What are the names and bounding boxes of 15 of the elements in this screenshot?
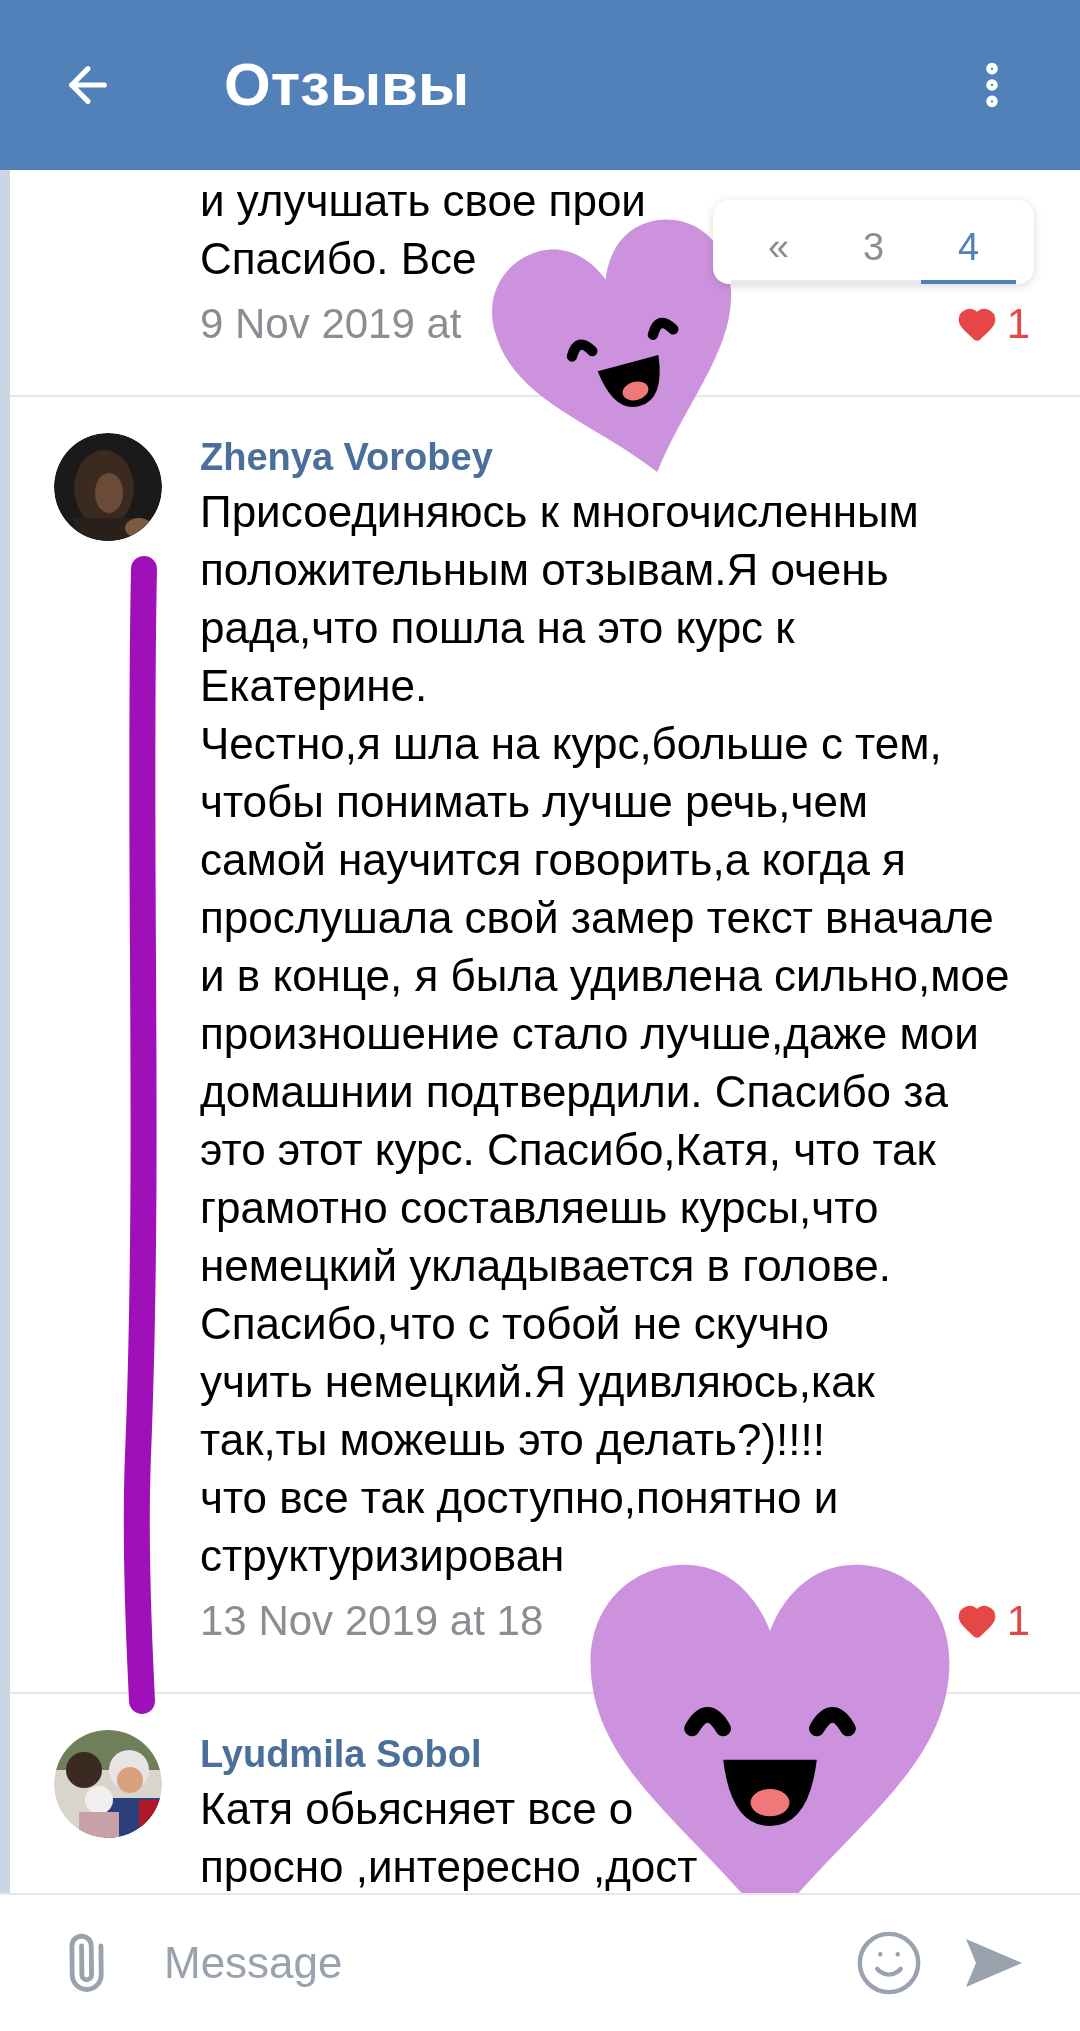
page-tab[interactable]: 3: [826, 214, 921, 284]
screen-title: Отзывы: [224, 50, 470, 120]
message-field[interactable]: Message: [164, 1930, 854, 1996]
comment-date: 13 Nov 2019 at 18: [200, 1595, 544, 1646]
comment-text: Присоединяюсь к многочисленным положительным отзывам.Я очень рада,что пошла на это курс к Екатерине. Честно,я шла на курс,больше с тем, чтобы понимать лучше речь,чем самой научится говорить,а когда я прослушала свой замер текст вначале и в конце, я была удивлена сильно,мое произношение стало лучше,даже мои домашнии подтвердили. Спасибо за это этот курс. Спасибо,Катя, что так грамотно составляешь курсы,что немецкий укладывается в голове. Спасибо,что с тобой не скучно учить немецкий.Я удивляюсь,как так,ты можешь это делать?)!!!! что все так доступно,понятно и структуризирован: [200, 486, 1010, 1582]
comment-text: и улучшать свое прои Спасибо. Все: [200, 175, 646, 285]
page-tab[interactable]: 4: [921, 214, 1016, 284]
page-tab[interactable]: «: [731, 214, 826, 284]
send-icon[interactable]: [964, 1937, 1024, 1989]
comment-text: Катя обьясняет все о просно ,интересно ,дост: [200, 1783, 698, 1893]
like-count: 1: [1006, 299, 1030, 349]
comment-date: 9 Nov 2019 at: [200, 298, 462, 349]
author-name[interactable]: Zhenya Vorobey: [200, 433, 1036, 481]
like-count: 1: [1006, 1596, 1030, 1646]
author-name[interactable]: Lyudmila Sobol: [200, 1730, 1036, 1778]
